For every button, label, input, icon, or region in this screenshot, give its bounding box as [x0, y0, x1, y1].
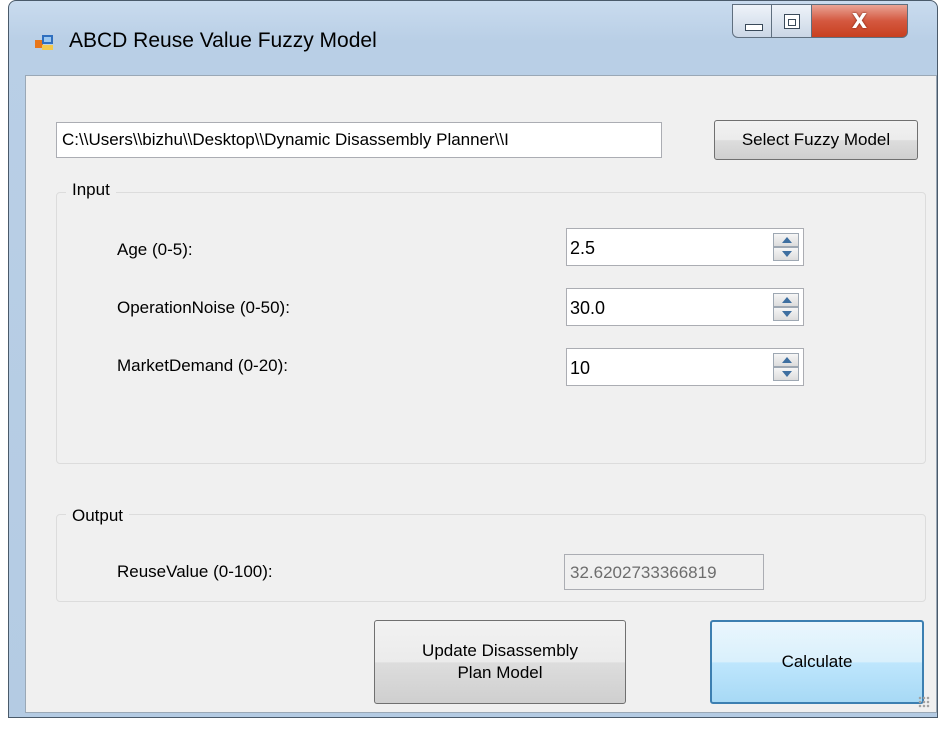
app-window-icon — [35, 35, 53, 50]
operation-noise-spin-buttons — [773, 293, 799, 321]
operation-noise-numeric-input[interactable]: 30.0 — [566, 288, 804, 326]
input-group-legend: Input — [66, 180, 116, 200]
operation-noise-value: 30.0 — [570, 298, 606, 318]
output-group-legend: Output — [66, 506, 130, 526]
maximize-button[interactable] — [772, 4, 812, 38]
age-decrement-button[interactable] — [773, 247, 799, 261]
operation-noise-label: OperationNoise (0-50): — [117, 298, 290, 317]
resize-grip[interactable] — [918, 696, 930, 708]
market-demand-value: 10 — [570, 358, 591, 378]
close-button[interactable]: X — [812, 4, 908, 38]
close-icon: X — [851, 9, 868, 33]
age-value: 2.5 — [570, 238, 596, 258]
reuse-value-label: ReuseValue (0-100): — [117, 562, 273, 581]
title-bar[interactable]: ABCD Reuse Value Fuzzy Model X — [9, 1, 937, 81]
operation-noise-decrement-button[interactable] — [773, 307, 799, 321]
update-disassembly-plan-button[interactable]: Update Disassembly Plan Model — [374, 620, 626, 704]
calculate-button[interactable]: Calculate — [710, 620, 924, 704]
market-demand-spin-buttons — [773, 353, 799, 381]
market-demand-label: MarketDemand (0-20): — [117, 356, 289, 375]
age-label: Age (0-5): — [117, 240, 193, 259]
app-window: ABCD Reuse Value Fuzzy Model X Select Fu… — [8, 0, 938, 718]
down-arrow-icon — [782, 311, 792, 317]
select-fuzzy-model-button[interactable]: Select Fuzzy Model — [714, 120, 918, 160]
output-group-box — [56, 514, 926, 602]
form-client-area: Select Fuzzy Model Input Age (0-5): 2.5 … — [25, 75, 937, 713]
age-spin-buttons — [773, 233, 799, 261]
operation-noise-increment-button[interactable] — [773, 293, 799, 307]
up-arrow-icon — [782, 297, 792, 303]
up-arrow-icon — [782, 357, 792, 363]
down-arrow-icon — [782, 371, 792, 377]
market-demand-increment-button[interactable] — [773, 353, 799, 367]
market-demand-decrement-button[interactable] — [773, 367, 799, 381]
model-path-input[interactable] — [56, 122, 662, 158]
minimize-icon — [745, 24, 763, 31]
minimize-button[interactable] — [732, 4, 772, 38]
up-arrow-icon — [782, 237, 792, 243]
reuse-value-output: 32.6202733366819 — [564, 554, 764, 590]
market-demand-numeric-input[interactable]: 10 — [566, 348, 804, 386]
age-numeric-input[interactable]: 2.5 — [566, 228, 804, 266]
maximize-icon — [784, 14, 800, 29]
age-increment-button[interactable] — [773, 233, 799, 247]
down-arrow-icon — [782, 251, 792, 257]
window-title: ABCD Reuse Value Fuzzy Model — [69, 29, 377, 52]
